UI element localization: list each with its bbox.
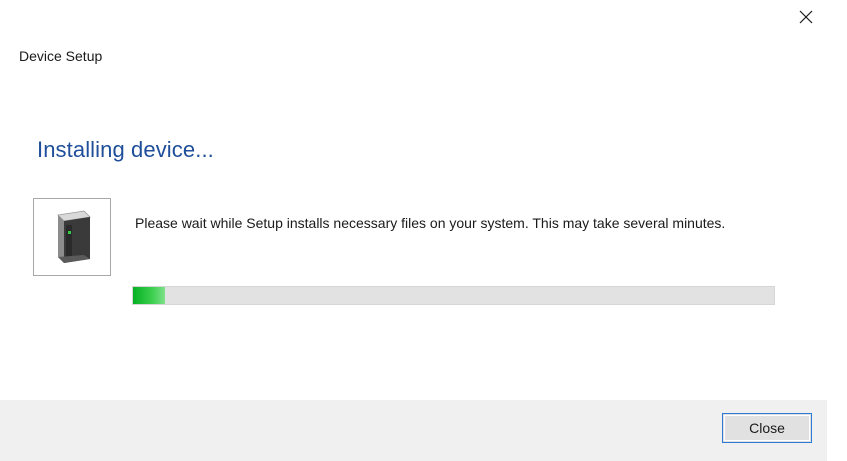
- dialog-footer: [0, 400, 827, 461]
- status-message: Please wait while Setup installs necessa…: [135, 215, 726, 231]
- page-heading: Installing device...: [37, 137, 214, 162]
- progress-fill: [133, 287, 166, 304]
- install-progress-bar: [132, 286, 775, 305]
- close-button[interactable]: Close: [722, 413, 812, 443]
- device-setup-window: Device Setup Installing device... Please…: [0, 0, 847, 461]
- close-icon[interactable]: [795, 6, 817, 28]
- device-icon: [33, 198, 111, 276]
- window-title: Device Setup: [19, 48, 103, 64]
